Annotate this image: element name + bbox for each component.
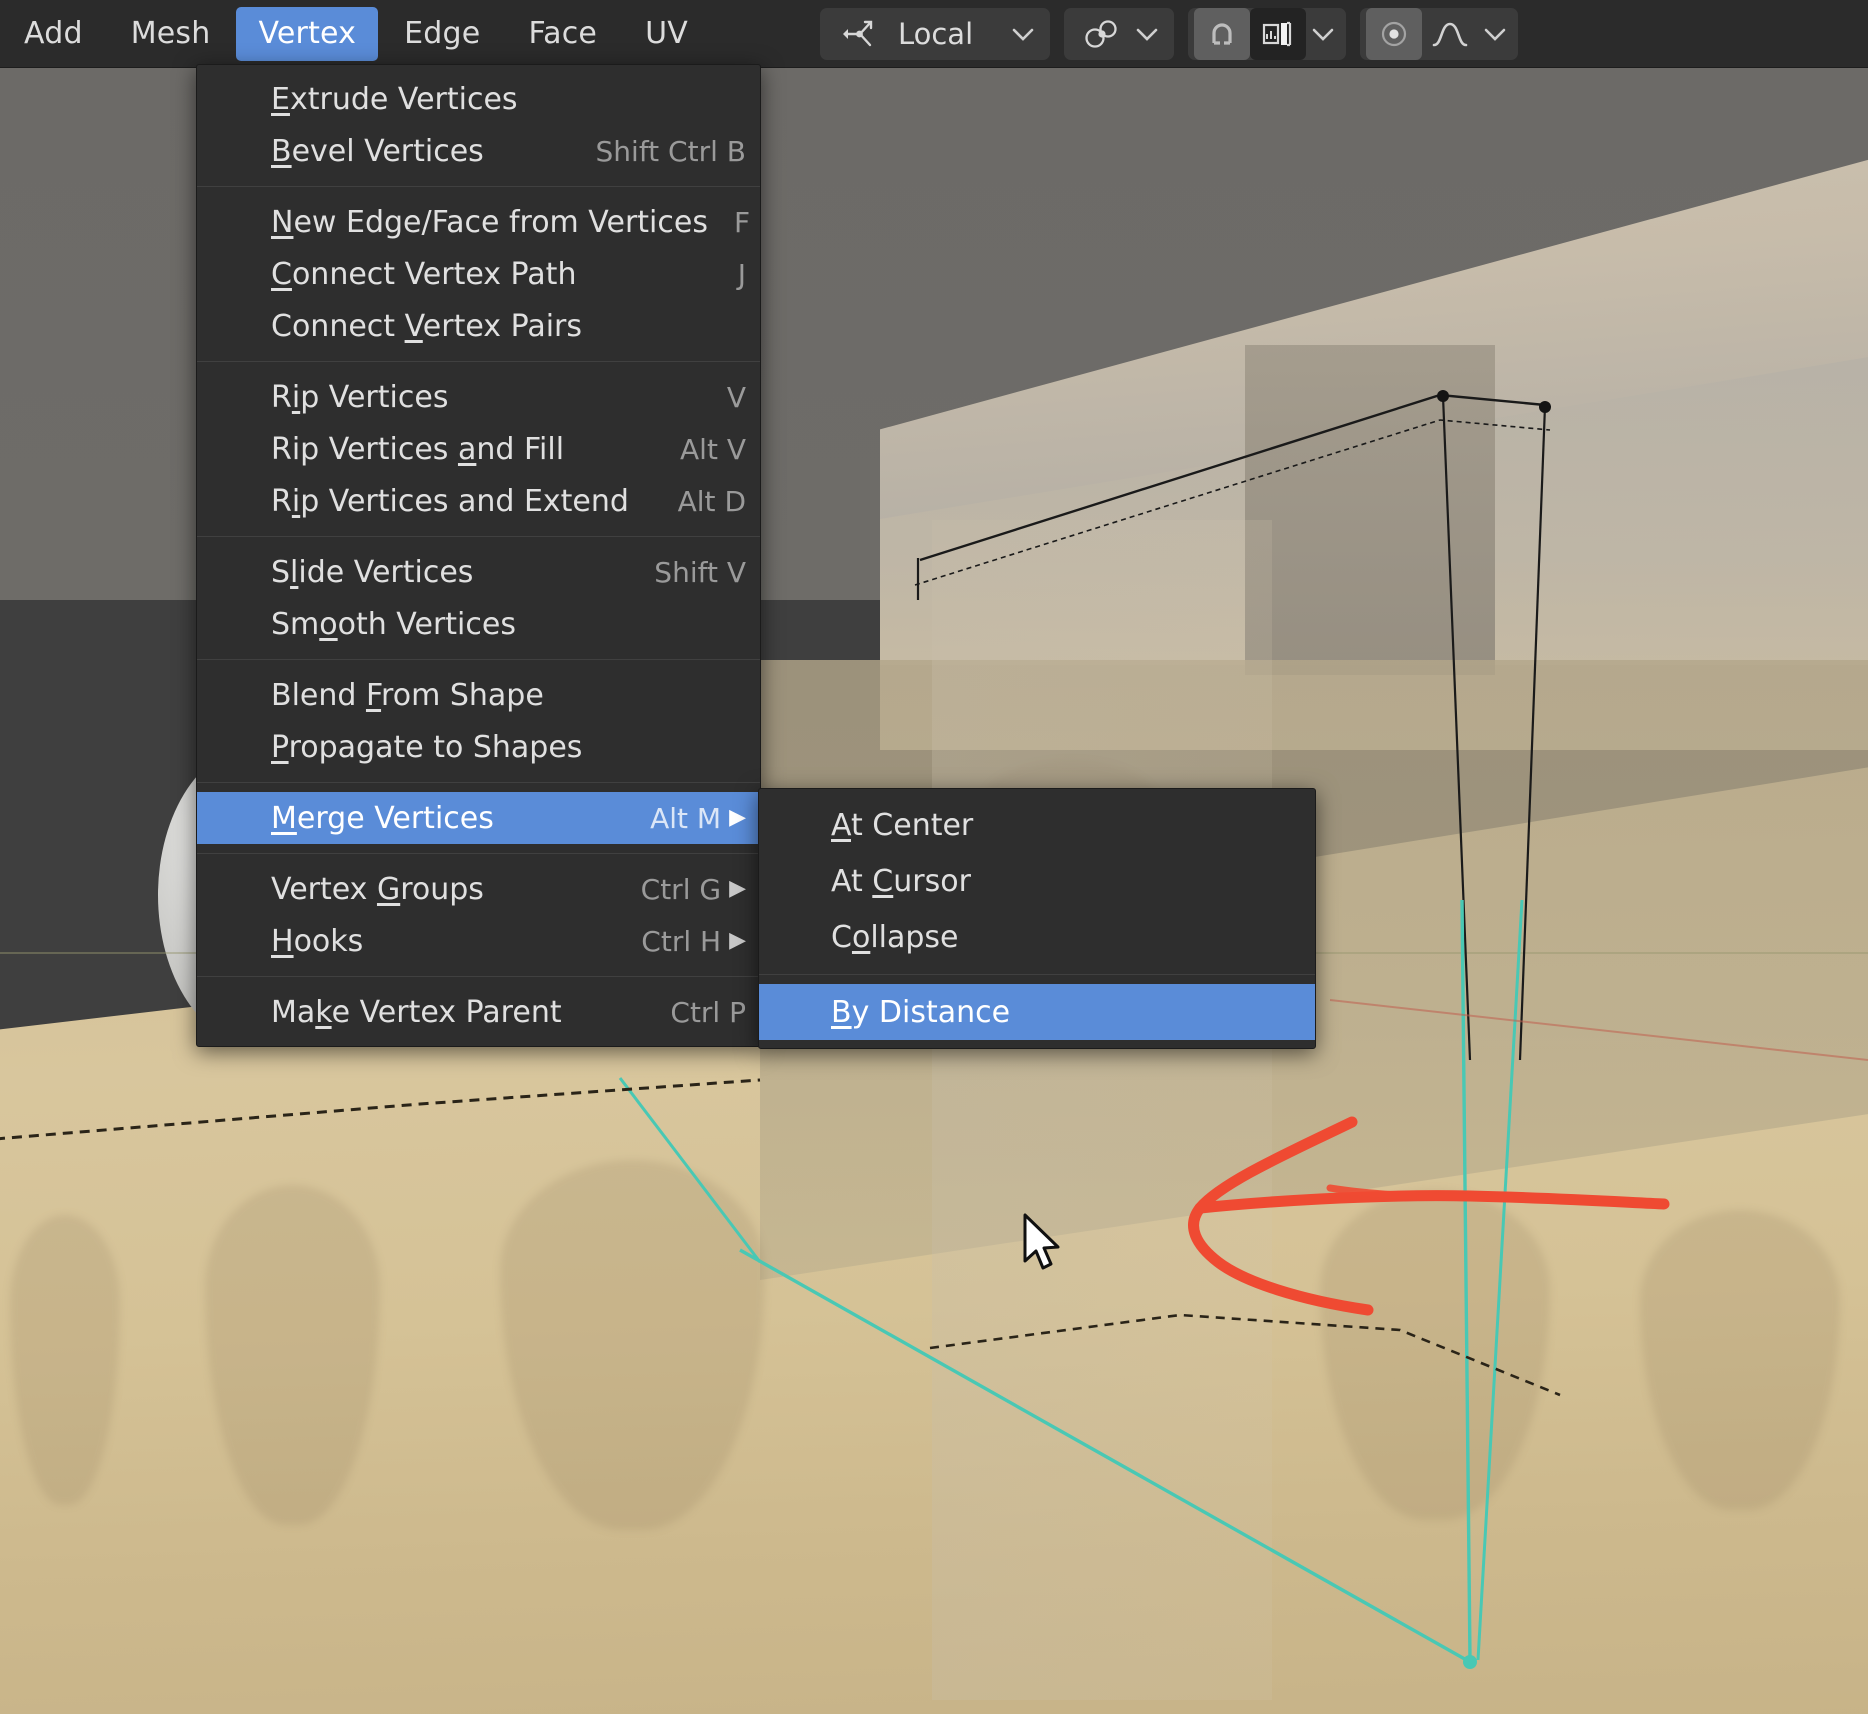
header-menu-face[interactable]: Face	[506, 7, 619, 61]
vertex-menu-item-shortcut: Ctrl H	[641, 924, 722, 958]
vertex-menu-item-shortcut: Shift Ctrl B	[595, 134, 746, 168]
menu-separator	[197, 186, 760, 187]
proportional-editing-icon[interactable]	[1365, 7, 1422, 60]
vertex-menu-item-extrude-vertices[interactable]: Extrude Vertices	[197, 73, 760, 125]
vertex-menu-item-rip-vertices-and-fill[interactable]: Rip Vertices and Fill Alt V	[197, 423, 760, 475]
vertex-menu-item-shortcut: Ctrl P	[670, 995, 746, 1029]
vertex-menu-item-label: Slide Vertices	[271, 554, 474, 590]
vertex-menu-item-label: Rip Vertices and Extend	[271, 483, 629, 519]
vertex-menu-item-rip-vertices[interactable]: Rip Vertices V	[197, 371, 760, 423]
vertex-menu-item-connect-vertex-pairs[interactable]: Connect Vertex Pairs	[197, 300, 760, 352]
vertex-menu-item-label: Extrude Vertices	[271, 81, 518, 117]
vertex-menu-item-merge-vertices[interactable]: Merge Vertices Alt M ▶	[197, 792, 760, 844]
menu-separator	[197, 361, 760, 362]
vertex-menu-item-make-vertex-parent[interactable]: Make Vertex Parent Ctrl P	[197, 986, 760, 1038]
vertex-menu-item-label: Rip Vertices	[271, 379, 449, 415]
vertex-menu-item-label: Bevel Vertices	[271, 133, 484, 169]
vertex-menu-item-label: Connect Vertex Path	[271, 256, 577, 292]
vertex-menu-item-rip-vertices-and-extend[interactable]: Rip Vertices and Extend Alt D	[197, 475, 760, 527]
vertex-menu-item-shortcut: V	[726, 380, 746, 414]
chevron-down-icon[interactable]	[1478, 25, 1512, 43]
merge-submenu-item-label: At Center	[831, 807, 974, 843]
vertex-dropdown-menu[interactable]: Extrude Vertices Bevel Vertices Shift Ctrl…	[196, 64, 761, 1047]
viewport-header: Add Mesh Vertex Edge Face UV Local	[0, 0, 1868, 68]
header-menu-mesh-label: Mesh	[130, 16, 211, 51]
chevron-down-icon	[1130, 25, 1164, 43]
submenu-arrow-icon: ▶	[729, 876, 746, 901]
snap-magnet-icon[interactable]	[1193, 7, 1250, 60]
menu-separator	[197, 659, 760, 660]
vertex-menu-item-smooth-vertices[interactable]: Smooth Vertices	[197, 598, 760, 650]
vertex-menu-item-label: Vertex Groups	[271, 871, 484, 907]
merge-submenu-item-by-distance[interactable]: By Distance	[759, 984, 1315, 1040]
vertex-menu-item-hooks[interactable]: Hooks Ctrl H ▶	[197, 915, 760, 967]
header-menu-edge[interactable]: Edge	[382, 7, 502, 61]
merge-submenu-item-collapse[interactable]: Collapse	[759, 909, 1315, 965]
vertex-menu-item-slide-vertices[interactable]: Slide Vertices Shift V	[197, 546, 760, 598]
vertex-menu-item-label: Smooth Vertices	[271, 606, 516, 642]
vertex-menu-item-bevel-vertices[interactable]: Bevel Vertices Shift Ctrl B	[197, 125, 760, 177]
pivot-point-dropdown[interactable]	[1063, 7, 1174, 60]
vertex-menu-item-label: Merge Vertices	[271, 800, 494, 836]
vertex-menu-item-shortcut: J	[737, 257, 746, 291]
transform-orientation-dropdown[interactable]: Local	[819, 7, 1050, 60]
snapping-group	[1187, 7, 1346, 60]
merge-submenu-item-label: Collapse	[831, 919, 959, 955]
vertex-menu-item-label: Propagate to Shapes	[271, 729, 583, 765]
menu-separator	[197, 536, 760, 537]
header-menu-face-label: Face	[528, 16, 598, 51]
vertex-menu-item-shortcut: Ctrl G	[640, 872, 722, 906]
header-menu-mesh[interactable]: Mesh	[109, 7, 233, 61]
vertex-menu-item-shortcut: F	[733, 205, 751, 239]
merge-submenu-item-label: By Distance	[831, 994, 1011, 1030]
vertex-menu-item-connect-vertex-path[interactable]: Connect Vertex Path J	[197, 248, 760, 300]
menu-separator	[197, 782, 760, 783]
vertex-menu-item-label: Connect Vertex Pairs	[271, 308, 582, 344]
header-menu-edge-label: Edge	[404, 16, 481, 51]
header-menu-add[interactable]: Add	[2, 7, 105, 61]
vertex-menu-item-label: Blend From Shape	[271, 677, 544, 713]
menu-separator	[197, 853, 760, 854]
vertex-menu-item-label: Rip Vertices and Fill	[271, 431, 565, 467]
menu-separator	[197, 976, 760, 977]
snap-increment-icon[interactable]	[1249, 7, 1306, 60]
mouse-cursor	[1023, 1213, 1060, 1270]
merge-submenu-item-at-center[interactable]: At Center	[759, 797, 1315, 853]
header-menu-add-label: Add	[24, 16, 83, 51]
vertex-menu-item-label: New Edge/Face from Vertices	[271, 204, 708, 240]
chevron-down-icon	[1006, 25, 1040, 43]
header-menu-uv-label: UV	[645, 16, 688, 51]
smooth-falloff-curve-icon[interactable]	[1422, 8, 1478, 60]
vertex-menu-item-blend-from-shape[interactable]: Blend From Shape	[197, 669, 760, 721]
vertex-menu-item-shortcut: Shift V	[654, 555, 746, 589]
header-menu-vertex-label: Vertex	[258, 16, 357, 51]
chevron-down-icon[interactable]	[1306, 25, 1340, 43]
vertex-menu-item-shortcut: Alt V	[680, 432, 746, 466]
header-menu-vertex[interactable]: Vertex	[236, 6, 379, 61]
merge-submenu[interactable]: At Center At Cursor Collapse By Distance	[758, 788, 1316, 1049]
merge-submenu-item-at-cursor[interactable]: At Cursor	[759, 853, 1315, 909]
vertex-menu-item-new-edge-face-from-vertices[interactable]: New Edge/Face from Vertices F	[197, 196, 760, 248]
transform-orientation-icon	[830, 8, 886, 60]
submenu-arrow-icon: ▶	[729, 805, 746, 830]
proportional-editing-group	[1359, 7, 1518, 60]
vertex-menu-item-propagate-to-shapes[interactable]: Propagate to Shapes	[197, 721, 760, 773]
vertex-menu-item-label: Make Vertex Parent	[271, 994, 562, 1030]
header-menu-uv[interactable]: UV	[623, 7, 710, 61]
merge-submenu-item-label: At Cursor	[831, 863, 971, 899]
vertex-menu-item-shortcut: Alt D	[677, 484, 746, 518]
vertex-menu-item-vertex-groups[interactable]: Vertex Groups Ctrl G ▶	[197, 863, 760, 915]
pivot-point-icon	[1074, 8, 1130, 60]
submenu-arrow-icon: ▶	[729, 928, 746, 953]
vertex-menu-item-label: Hooks	[271, 923, 364, 959]
transform-orientation-value: Local	[897, 16, 974, 51]
menu-separator	[759, 974, 1315, 975]
vertex-menu-item-shortcut: Alt M	[650, 801, 722, 835]
